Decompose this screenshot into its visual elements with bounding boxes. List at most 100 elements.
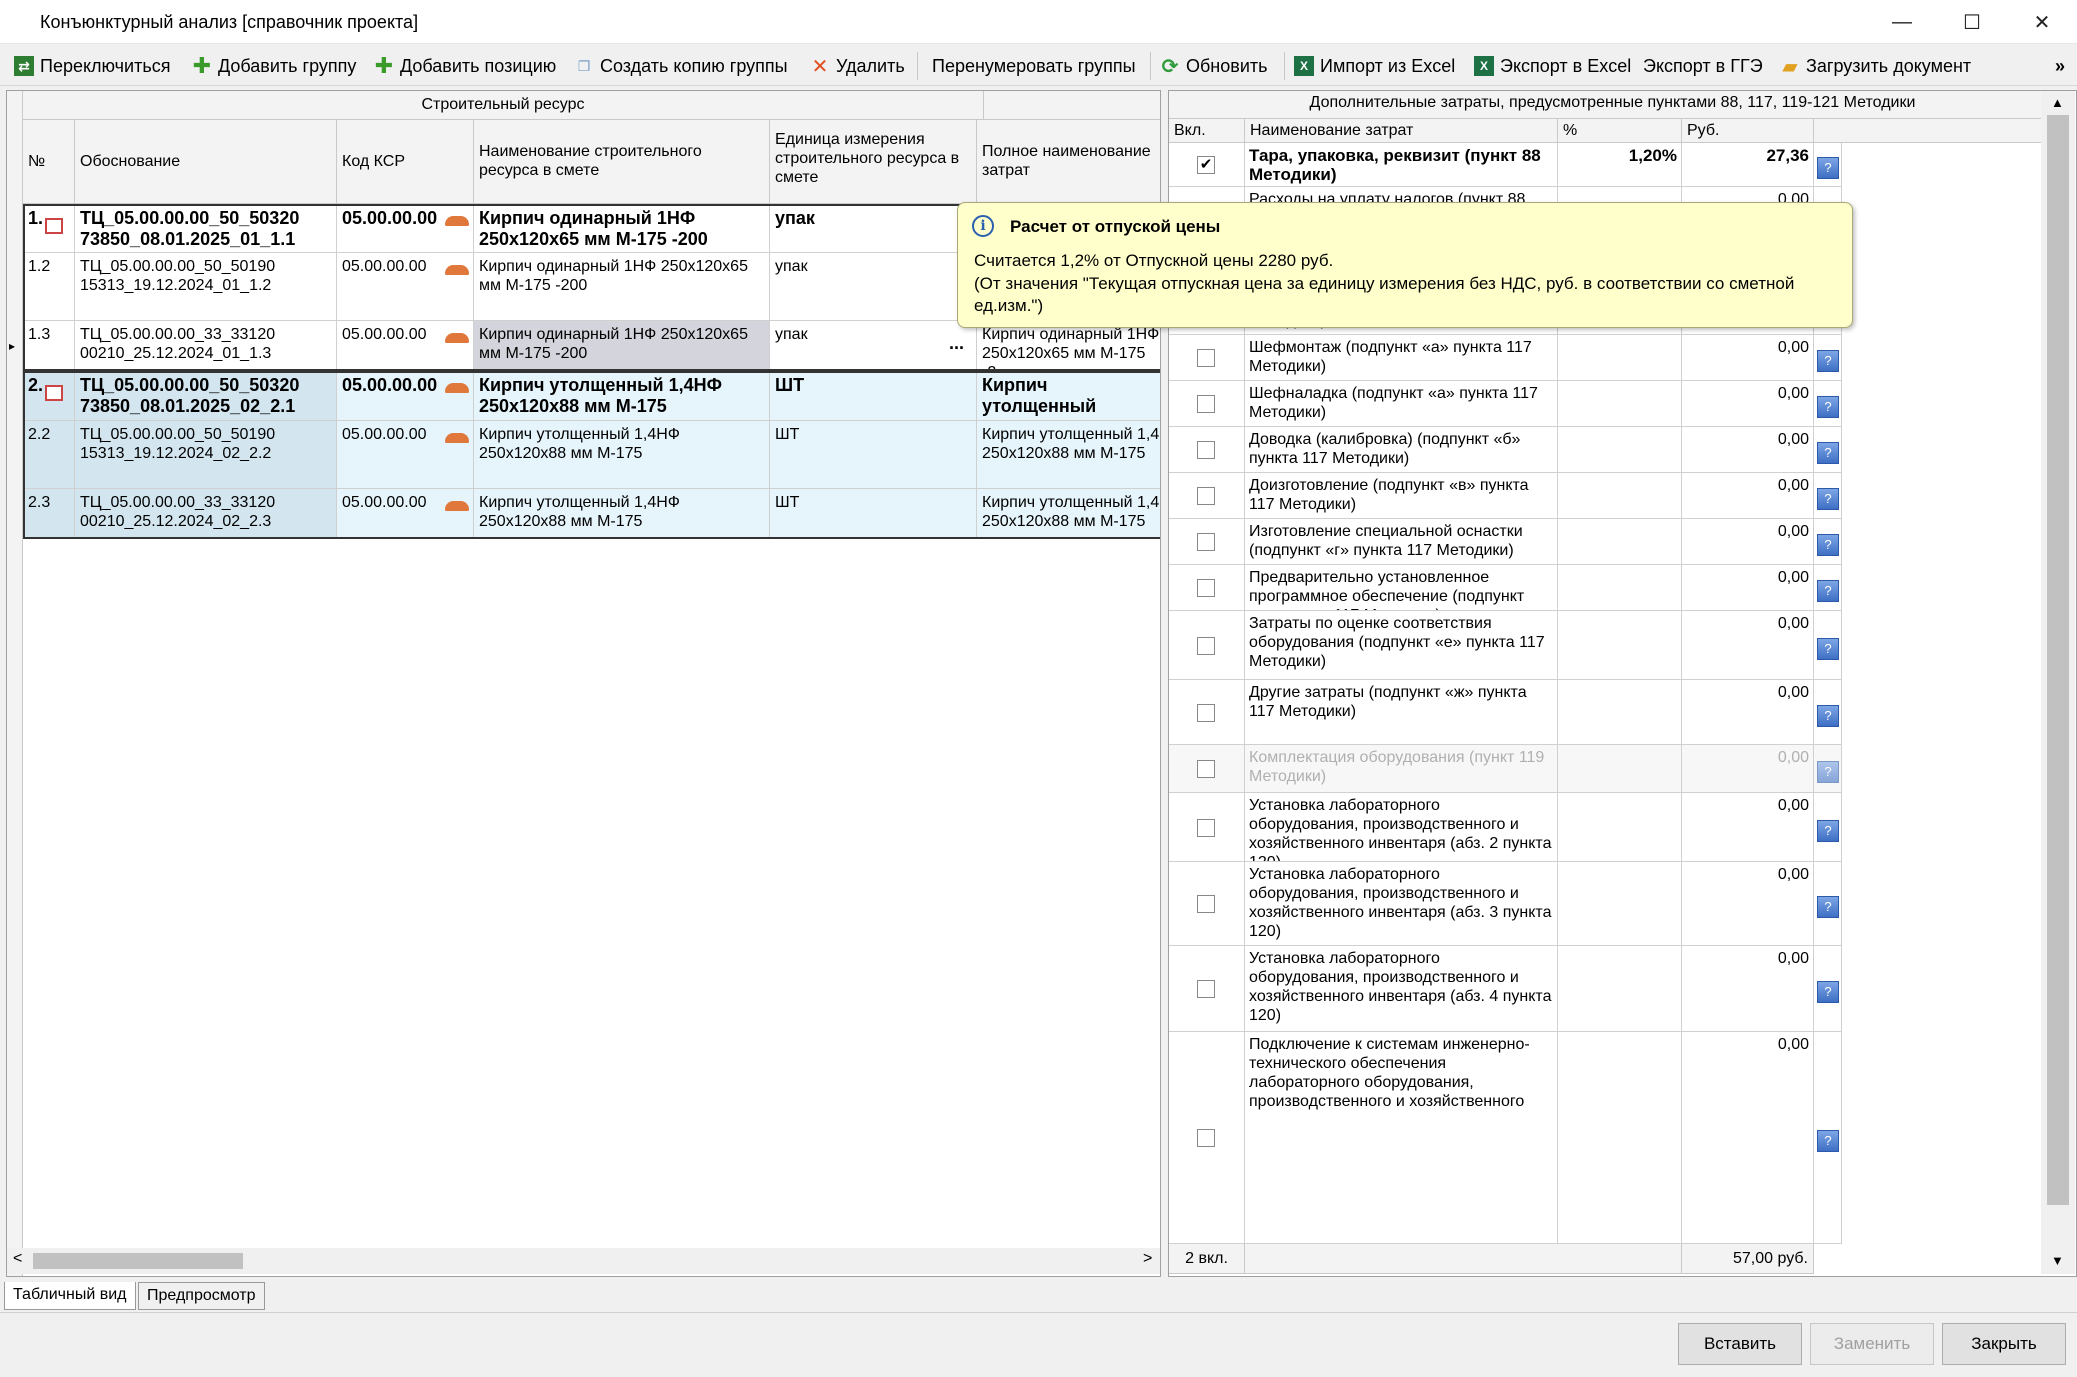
- include-checkbox[interactable]: [1197, 980, 1215, 998]
- costs-header-rub[interactable]: Руб.: [1682, 119, 1814, 143]
- copy-group-button[interactable]: ❐ Создать копию группы: [574, 52, 788, 80]
- replace-button[interactable]: Заменить: [1810, 1323, 1934, 1365]
- help-question-button[interactable]: ?: [1817, 350, 1839, 372]
- cell-unit[interactable]: ШТ: [770, 371, 977, 421]
- cell-basis[interactable]: ТЦ_05.00.00.00_50_50190 15313_19.12.2024…: [75, 253, 337, 321]
- cost-percent[interactable]: [1558, 427, 1682, 473]
- column-header-num[interactable]: №: [23, 120, 75, 204]
- close-window-button[interactable]: ✕: [2007, 0, 2077, 44]
- help-question-button[interactable]: ?: [1817, 442, 1839, 464]
- help-question-button[interactable]: ?: [1817, 396, 1839, 418]
- help-question-button[interactable]: ?: [1817, 820, 1839, 842]
- export-gge-button[interactable]: Экспорт в ГГЭ: [1643, 52, 1763, 80]
- cost-percent[interactable]: [1558, 611, 1682, 680]
- include-checkbox[interactable]: [1197, 819, 1215, 837]
- close-button[interactable]: Закрыть: [1942, 1323, 2066, 1365]
- cell-unit[interactable]: ШТ: [770, 489, 977, 539]
- cell-full[interactable]: Кирпич одинарный 1НФ 250х120х65 мм М-175…: [977, 321, 1160, 371]
- vertical-scrollbar[interactable]: ▲ ▼: [2041, 91, 2075, 1274]
- cell-basis[interactable]: ТЦ_05.00.00.00_50_50320 73850_08.01.2025…: [75, 204, 337, 253]
- scroll-left-arrow[interactable]: <: [13, 1250, 22, 1268]
- help-question-button[interactable]: ?: [1817, 580, 1839, 602]
- include-checkbox[interactable]: [1197, 1129, 1215, 1147]
- cell-name[interactable]: Кирпич утолщенный 1,4НФ 250х120х88 мм М-…: [474, 371, 770, 421]
- cell-ksr[interactable]: 05.00.00.00: [337, 421, 474, 489]
- load-document-button[interactable]: ▰ Загрузить документ: [1780, 52, 1971, 80]
- cost-percent[interactable]: [1558, 381, 1682, 427]
- cell-ksr[interactable]: 05.00.00.00: [337, 371, 474, 421]
- cost-percent[interactable]: [1558, 519, 1682, 565]
- cost-rub[interactable]: 0,00: [1682, 946, 1814, 1032]
- cell-basis[interactable]: ТЦ_05.00.00.00_33_33120 00210_25.12.2024…: [75, 321, 337, 371]
- cost-percent[interactable]: [1558, 473, 1682, 519]
- cell-unit[interactable]: упак: [770, 321, 977, 371]
- include-checkbox[interactable]: [1197, 487, 1215, 505]
- cost-rub[interactable]: 0,00: [1682, 1032, 1814, 1244]
- help-question-button[interactable]: ?: [1817, 638, 1839, 660]
- include-checkbox[interactable]: [1197, 704, 1215, 722]
- minimize-button[interactable]: —: [1867, 0, 1937, 44]
- tab-table-view[interactable]: Табличный вид: [4, 1282, 136, 1310]
- cost-percent[interactable]: [1558, 680, 1682, 745]
- help-question-button[interactable]: ?: [1817, 705, 1839, 727]
- cost-percent[interactable]: [1558, 745, 1682, 793]
- add-position-button[interactable]: ✚ Добавить позицию: [374, 52, 557, 80]
- include-checkbox[interactable]: [1197, 441, 1215, 459]
- include-checkbox[interactable]: [1197, 760, 1215, 778]
- column-header-unit[interactable]: Единица измерения строительного ресурса …: [770, 120, 977, 204]
- cell-unit[interactable]: ШТ: [770, 421, 977, 489]
- cost-rub[interactable]: 0,00: [1682, 862, 1814, 946]
- scroll-down-arrow[interactable]: ▼: [2051, 1253, 2064, 1268]
- cell-basis[interactable]: ТЦ_05.00.00.00_50_50190 15313_19.12.2024…: [75, 421, 337, 489]
- ellipsis-button[interactable]: ...: [949, 333, 964, 354]
- cost-rub[interactable]: 0,00: [1682, 473, 1814, 519]
- cell-full[interactable]: Кирпич утолщенный 1,4 250х120х88 мм М-17…: [977, 489, 1160, 539]
- toolbar-overflow-button[interactable]: »: [2055, 52, 2065, 80]
- cost-rub[interactable]: 0,00: [1682, 519, 1814, 565]
- cell-full[interactable]: Кирпич утолщенный 1,4 250х120х88 мм М-17…: [977, 421, 1160, 489]
- delete-button[interactable]: ✕ Удалить: [810, 52, 905, 80]
- import-excel-button[interactable]: X Импорт из Excel: [1294, 52, 1455, 80]
- help-question-button[interactable]: ?: [1817, 981, 1839, 1003]
- maximize-button[interactable]: ☐: [1937, 0, 2007, 44]
- include-checkbox[interactable]: [1197, 395, 1215, 413]
- cell-name[interactable]: Кирпич одинарный 1НФ 250х120х65 мм М-175…: [474, 253, 770, 321]
- costs-header-on[interactable]: Вкл.: [1169, 119, 1245, 143]
- cost-rub[interactable]: 0,00: [1682, 565, 1814, 611]
- scroll-up-arrow[interactable]: ▲: [2051, 95, 2064, 110]
- refresh-button[interactable]: ⟳ Обновить: [1160, 52, 1268, 80]
- cost-percent[interactable]: [1558, 793, 1682, 862]
- include-checkbox[interactable]: ✔: [1197, 156, 1215, 174]
- scroll-thumb[interactable]: [33, 1253, 243, 1269]
- help-question-button[interactable]: ?: [1817, 488, 1839, 510]
- help-question-button[interactable]: ?: [1817, 534, 1839, 556]
- include-checkbox[interactable]: [1197, 579, 1215, 597]
- help-question-button[interactable]: ?: [1817, 761, 1839, 783]
- cell-name[interactable]: Кирпич одинарный 1НФ 250х120х65 мм М-175…: [474, 321, 770, 371]
- include-checkbox[interactable]: [1197, 349, 1215, 367]
- cell-name[interactable]: Кирпич утолщенный 1,4НФ 250х120х88 мм М-…: [474, 489, 770, 539]
- include-checkbox[interactable]: [1197, 533, 1215, 551]
- cost-rub[interactable]: 0,00: [1682, 427, 1814, 473]
- cell-num[interactable]: 1.2: [23, 253, 75, 321]
- cell-num[interactable]: 2.2: [23, 421, 75, 489]
- column-header-fullname[interactable]: Полное наименование затрат: [977, 120, 1160, 204]
- cell-name[interactable]: Кирпич одинарный 1НФ 250х120х65 мм М-175…: [474, 204, 770, 253]
- column-header-basis[interactable]: Обоснование: [75, 120, 337, 204]
- switch-button[interactable]: ⇄ Переключиться: [14, 52, 170, 80]
- cost-rub[interactable]: 0,00: [1682, 611, 1814, 680]
- cost-rub[interactable]: 0,00: [1682, 680, 1814, 745]
- cell-ksr[interactable]: 05.00.00.00: [337, 489, 474, 539]
- cost-rub[interactable]: 27,36: [1682, 143, 1814, 187]
- export-excel-button[interactable]: X Экспорт в Excel: [1474, 52, 1631, 80]
- cell-ksr[interactable]: 05.00.00.00: [337, 204, 474, 253]
- column-header-ksr[interactable]: Код КСР: [337, 120, 474, 204]
- add-group-button[interactable]: ✚ Добавить группу: [192, 52, 357, 80]
- cell-name[interactable]: Кирпич утолщенный 1,4НФ 250х120х88 мм М-…: [474, 421, 770, 489]
- include-checkbox[interactable]: [1197, 895, 1215, 913]
- costs-header-pct[interactable]: %: [1558, 119, 1682, 143]
- help-question-button[interactable]: ?: [1817, 157, 1839, 179]
- horizontal-scrollbar[interactable]: < >: [7, 1248, 1160, 1274]
- cost-percent[interactable]: [1558, 565, 1682, 611]
- cost-percent[interactable]: [1558, 335, 1682, 381]
